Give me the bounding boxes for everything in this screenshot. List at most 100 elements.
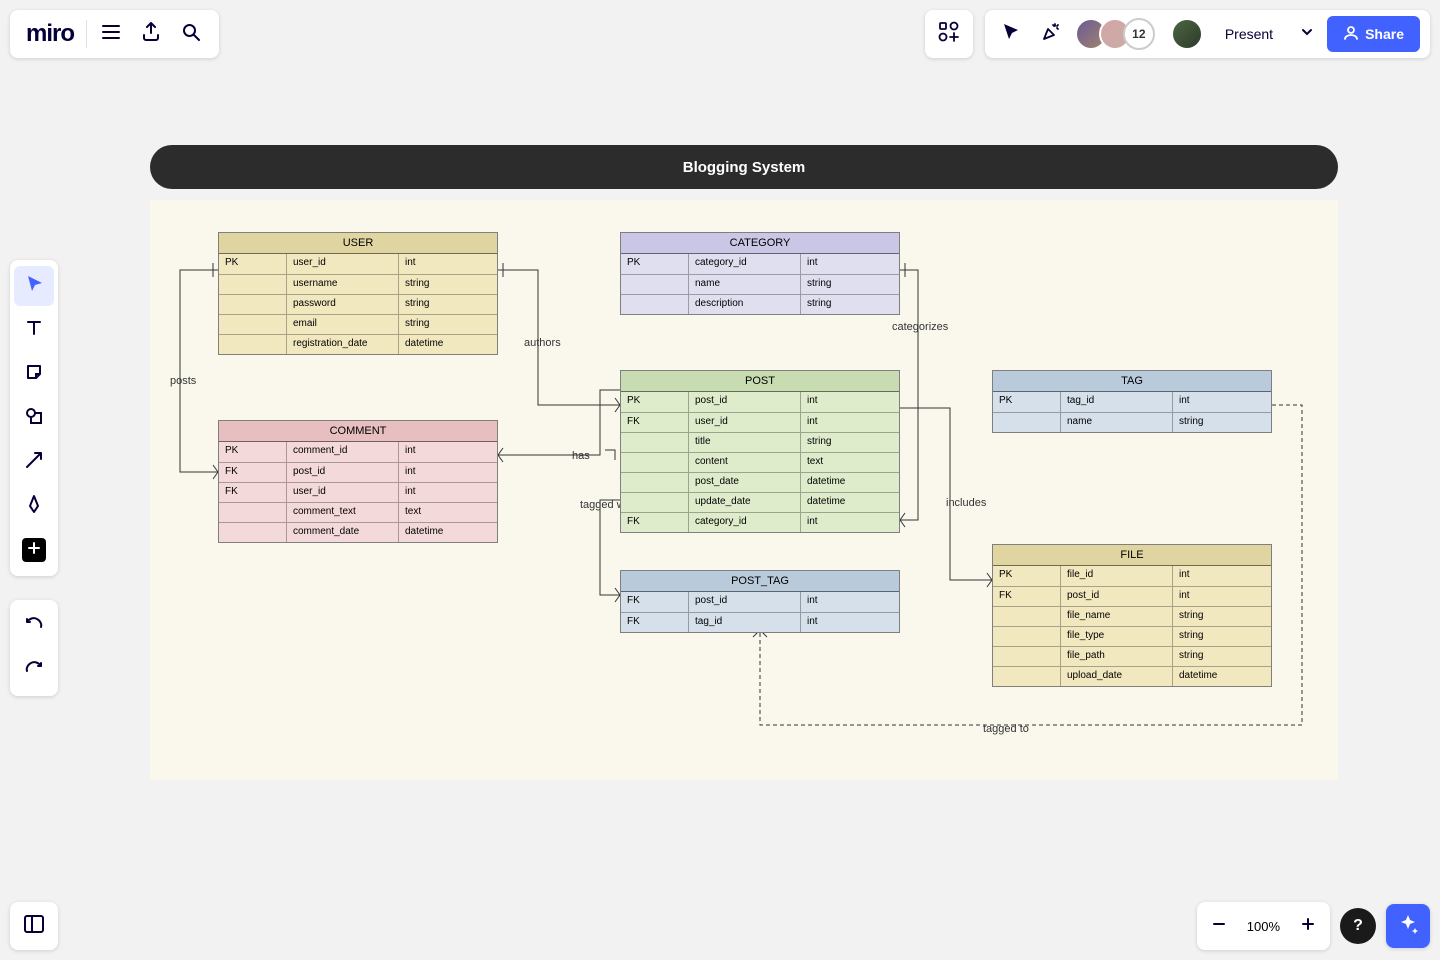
col-field: comment_date <box>287 523 399 542</box>
col-key: FK <box>219 463 287 482</box>
col-type: datetime <box>399 335 497 354</box>
zoom-level[interactable]: 100% <box>1239 919 1288 934</box>
col-field: email <box>287 315 399 334</box>
col-key <box>993 413 1061 432</box>
col-field: title <box>689 433 801 452</box>
col-field: update_date <box>689 493 801 512</box>
entity-row: upload_datedatetime <box>993 666 1271 686</box>
entity-category[interactable]: CATEGORY PKcategory_idintnamestringdescr… <box>620 232 900 315</box>
entity-row: PKtag_idint <box>993 392 1271 412</box>
col-type: string <box>399 295 497 314</box>
zoom-controls: 100% <box>1197 902 1330 950</box>
cursor-mode-button[interactable] <box>995 14 1027 54</box>
col-key <box>993 647 1061 666</box>
col-field: user_id <box>689 413 801 432</box>
sticky-tool[interactable] <box>14 354 54 394</box>
collaborator-avatars[interactable]: 12 <box>1075 18 1155 50</box>
col-type: int <box>801 392 899 412</box>
text-tool[interactable] <box>14 310 54 350</box>
shape-tool[interactable] <box>14 398 54 438</box>
entity-header: POST <box>621 371 899 392</box>
col-field: registration_date <box>287 335 399 354</box>
col-field: name <box>689 275 801 294</box>
select-tool[interactable] <box>14 266 54 306</box>
entity-post[interactable]: POST PKpost_idintFKuser_idinttitlestring… <box>620 370 900 533</box>
zoom-in-button[interactable] <box>1292 906 1324 946</box>
col-field: comment_text <box>287 503 399 522</box>
ai-button[interactable] <box>1386 904 1430 948</box>
col-type: int <box>801 613 899 632</box>
col-key: FK <box>621 613 689 632</box>
apps-icon <box>938 21 960 48</box>
entity-row: FKuser_idint <box>621 412 899 432</box>
col-key: PK <box>621 392 689 412</box>
undo-icon <box>24 614 44 639</box>
rel-label-tagged-with: tagged with <box>580 499 636 511</box>
pen-tool[interactable] <box>14 486 54 526</box>
board-title[interactable]: Blogging System <box>150 145 1338 189</box>
col-key <box>621 453 689 472</box>
share-icon <box>1343 25 1359 44</box>
col-type: int <box>801 513 899 532</box>
pointer-icon <box>24 274 44 299</box>
entity-tag[interactable]: TAG PKtag_idintnamestring <box>992 370 1272 433</box>
collab-card: 12 Present Share <box>985 10 1430 58</box>
entity-file[interactable]: FILE PKfile_idintFKpost_idintfile_namest… <box>992 544 1272 687</box>
col-type: int <box>1173 392 1271 412</box>
redo-icon <box>24 658 44 683</box>
entity-row: contenttext <box>621 452 899 472</box>
col-key: PK <box>993 392 1061 412</box>
frames-panel-button[interactable] <box>10 902 58 950</box>
reactions-button[interactable] <box>1035 14 1067 54</box>
arrow-tool[interactable] <box>14 442 54 482</box>
col-field: post_id <box>689 392 801 412</box>
entity-comment[interactable]: COMMENT PKcomment_idintFKpost_idintFKuse… <box>218 420 498 543</box>
col-type: int <box>801 413 899 432</box>
present-dropdown[interactable] <box>1295 14 1319 54</box>
entity-row: file_namestring <box>993 606 1271 626</box>
col-key <box>993 607 1061 626</box>
col-field: file_id <box>1061 566 1173 586</box>
current-user-avatar[interactable] <box>1171 18 1203 50</box>
entity-row: passwordstring <box>219 294 497 314</box>
col-key <box>219 503 287 522</box>
search-button[interactable] <box>171 14 211 54</box>
apps-button[interactable] <box>925 10 973 58</box>
entity-row: PKcategory_idint <box>621 254 899 274</box>
col-key <box>621 295 689 314</box>
col-key <box>219 335 287 354</box>
entity-user[interactable]: USER PKuser_idintusernamestringpasswords… <box>218 232 498 355</box>
search-icon <box>181 22 201 47</box>
more-tools-button[interactable] <box>22 538 46 562</box>
entity-row: PKuser_idint <box>219 254 497 274</box>
col-key <box>219 315 287 334</box>
col-key <box>621 433 689 452</box>
menu-button[interactable] <box>91 14 131 54</box>
entity-body: PKpost_idintFKuser_idinttitlestringconte… <box>621 392 899 532</box>
rel-label-posts: posts <box>170 375 196 387</box>
top-bar-right: 12 Present Share <box>925 10 1430 58</box>
help-button[interactable]: ? <box>1340 908 1376 944</box>
entity-post-tag[interactable]: POST_TAG FKpost_idintFKtag_idint <box>620 570 900 633</box>
col-type: string <box>1173 607 1271 626</box>
col-key: FK <box>621 413 689 432</box>
col-type: int <box>1173 587 1271 606</box>
rel-label-tagged-to: tagged to <box>983 723 1029 735</box>
export-button[interactable] <box>131 14 171 54</box>
col-key <box>621 493 689 512</box>
col-type: string <box>801 433 899 452</box>
share-button[interactable]: Share <box>1327 16 1420 52</box>
undo-button[interactable] <box>14 606 54 646</box>
col-type: int <box>801 592 899 612</box>
canvas[interactable]: Blogging System posts authors has catego… <box>0 0 1440 960</box>
redo-button[interactable] <box>14 650 54 690</box>
entity-row: comment_texttext <box>219 502 497 522</box>
entity-row: FKcategory_idint <box>621 512 899 532</box>
entity-row: post_datedatetime <box>621 472 899 492</box>
entity-row: descriptionstring <box>621 294 899 314</box>
rel-label-has: has <box>572 450 590 462</box>
miro-logo[interactable]: miro <box>18 20 82 48</box>
present-button[interactable]: Present <box>1211 16 1287 52</box>
col-field: post_id <box>287 463 399 482</box>
zoom-out-button[interactable] <box>1203 906 1235 946</box>
